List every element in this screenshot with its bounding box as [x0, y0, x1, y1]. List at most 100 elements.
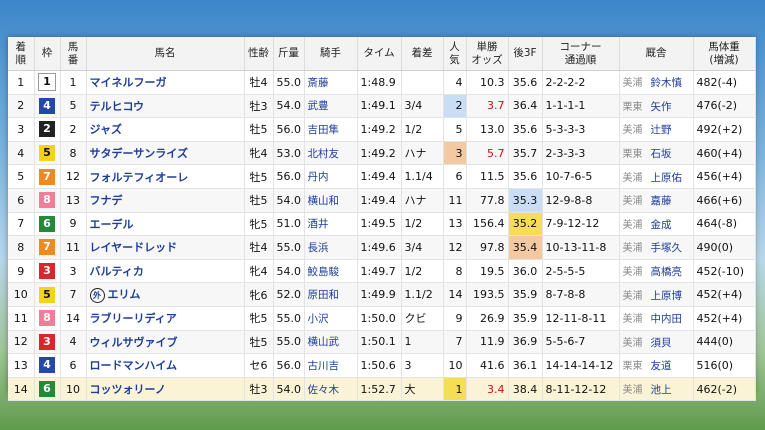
trainer-link[interactable]: 上原佑 — [651, 172, 683, 184]
horse-name[interactable]: フォルテフィオーレ — [86, 164, 245, 189]
sexage-cell: 牡5 — [244, 117, 274, 142]
horse-name[interactable]: テルヒコウ — [86, 94, 245, 119]
horse-name[interactable]: エーデル — [86, 212, 245, 237]
trainer-link[interactable]: 友道 — [651, 360, 672, 372]
waku-badge: 2 — [39, 121, 55, 138]
trainer-link[interactable]: 中内田 — [651, 313, 683, 325]
jockey-link[interactable]: 横山武 — [304, 330, 358, 355]
stable-location: 美浦 — [622, 385, 643, 397]
bodyweight-cell: 464(-8) — [693, 212, 756, 237]
horse-name-link[interactable]: ロードマンハイム — [90, 359, 178, 372]
stable-cell: 栗東 友道 — [619, 353, 694, 378]
horse-name-link[interactable]: サタデーサンライズ — [90, 147, 188, 160]
jockey-link[interactable]: 丹内 — [304, 164, 358, 189]
col-rank: 着 順 — [8, 37, 35, 71]
waku-cell: 6 — [34, 377, 61, 402]
trainer-link[interactable]: 池上 — [651, 384, 672, 396]
trainer-link[interactable]: 辻野 — [651, 124, 672, 136]
sexage-cell: 牡5 — [244, 188, 274, 213]
horse-name-link[interactable]: レイヤードレッド — [90, 241, 178, 254]
bodyweight-cell: 476(-2) — [693, 94, 756, 119]
rank-cell: 8 — [8, 235, 35, 260]
trainer-link[interactable]: 鈴木慎 — [651, 77, 683, 89]
horse-name[interactable]: ロードマンハイム — [86, 353, 245, 378]
trainer-link[interactable]: 石坂 — [651, 148, 672, 160]
jockey-link[interactable]: 長浜 — [304, 235, 358, 260]
col-stable: 厩舎 — [619, 37, 694, 71]
horse-name[interactable]: サタデーサンライズ — [86, 141, 245, 166]
horse-name-link[interactable]: エーデル — [90, 218, 134, 231]
jockey-link[interactable]: 古川吉 — [304, 353, 358, 378]
stable-cell: 美浦 高橋亮 — [619, 259, 694, 284]
bodyweight-cell: 452(+4) — [693, 282, 756, 307]
jockey-link[interactable]: 武豊 — [304, 94, 358, 119]
table-row: 10 5 7 外エリム 牝6 52.0 原田和 1:49.9 1.1/2 14 193.5 35.9 8… — [8, 282, 756, 307]
horse-name[interactable]: レイヤードレッド — [86, 235, 245, 260]
waku-badge: 4 — [39, 357, 55, 374]
table-row: 11 8 14 ラブリーリディア 牝5 55.0 小沢 1:50.0 クビ 9 26.9 35.9 12… — [8, 306, 756, 331]
col-bodyweight: 馬体重 (増減) — [693, 37, 756, 71]
horse-name[interactable]: ジャズ — [86, 117, 245, 142]
waku-badge: 5 — [39, 145, 55, 162]
horse-name[interactable]: フナデ — [86, 188, 245, 213]
horse-name-link[interactable]: コッツォリーノ — [90, 383, 166, 396]
trainer-link[interactable]: 須貝 — [651, 337, 672, 349]
jockey-link[interactable]: 佐々木 — [304, 377, 358, 402]
waku-badge: 4 — [39, 97, 55, 114]
waku-cell: 4 — [34, 353, 61, 378]
horse-name[interactable]: マイネルフーガ — [86, 70, 245, 95]
trainer-link[interactable]: 嘉藤 — [651, 195, 672, 207]
time-cell: 1:49.2 — [357, 141, 402, 166]
waku-cell: 3 — [34, 259, 61, 284]
horse-name-link[interactable]: ジャズ — [90, 123, 122, 136]
jockey-link[interactable]: 原田和 — [304, 282, 358, 307]
sexage-cell: 牡5 — [244, 164, 274, 189]
sexage-cell: セ6 — [244, 353, 274, 378]
weight-cell: 56.0 — [273, 353, 305, 378]
odds-cell: 3.4 — [466, 377, 509, 402]
jockey-link[interactable]: 小沢 — [304, 306, 358, 331]
umaban-cell: 13 — [60, 188, 87, 213]
rank-cell: 13 — [8, 353, 35, 378]
jockey-link[interactable]: 酒井 — [304, 212, 358, 237]
horse-name[interactable]: ウィルサヴァイブ — [86, 330, 245, 355]
trainer-link[interactable]: 金成 — [651, 219, 672, 231]
horse-name-link[interactable]: テルヒコウ — [90, 100, 145, 113]
jockey-link[interactable]: 斎藤 — [304, 70, 358, 95]
jockey-link[interactable]: 北村友 — [304, 141, 358, 166]
jockey-link[interactable]: 吉田隼 — [304, 117, 358, 142]
results-panel: 着 順 枠 馬 番 馬名 性齢 斤量 騎手 タイム 着差 人 気 単勝 オッズ … — [8, 37, 756, 402]
jockey-link[interactable]: 横山和 — [304, 188, 358, 213]
rank-cell: 9 — [8, 259, 35, 284]
odds-cell: 5.7 — [466, 141, 509, 166]
corner-cell: 14-14-14-12 — [542, 353, 620, 378]
horse-name-link[interactable]: ラブリーリディア — [90, 312, 177, 325]
horse-name[interactable]: ラブリーリディア — [86, 306, 245, 331]
horse-name-link[interactable]: フナデ — [90, 194, 123, 207]
horse-name[interactable]: バルティカ — [86, 259, 245, 284]
rank-cell: 11 — [8, 306, 35, 331]
trainer-link[interactable]: 高橋亮 — [651, 266, 683, 278]
horse-name[interactable]: コッツォリーノ — [86, 377, 245, 402]
trainer-link[interactable]: 矢作 — [651, 101, 672, 113]
odds-cell: 26.9 — [466, 306, 509, 331]
odds-cell: 193.5 — [466, 282, 509, 307]
rank-cell: 10 — [8, 282, 35, 307]
time-cell: 1:49.9 — [357, 282, 402, 307]
table-row: 9 3 3 バルティカ 牝4 54.0 鮫島駿 1:49.7 1/2 8 19.5 36.0 2-5-5… — [8, 259, 756, 284]
horse-name-link[interactable]: バルティカ — [90, 265, 144, 278]
trainer-link[interactable]: 手塚久 — [651, 242, 683, 254]
trainer-link[interactable]: 上原博 — [651, 290, 683, 302]
horse-name[interactable]: 外エリム — [86, 282, 245, 307]
horse-name-link[interactable]: ウィルサヴァイブ — [90, 336, 178, 349]
last3f-cell: 35.4 — [508, 235, 543, 260]
margin-cell: 1.1/4 — [401, 164, 444, 189]
margin-cell: 1/2 — [401, 259, 444, 284]
stable-cell: 栗東 矢作 — [619, 94, 694, 119]
horse-name-link[interactable]: マイネルフーガ — [90, 76, 167, 89]
bodyweight-cell: 452(-10) — [693, 259, 756, 284]
horse-name-link[interactable]: エリム — [108, 288, 141, 301]
jockey-link[interactable]: 鮫島駿 — [304, 259, 358, 284]
pop-cell: 10 — [443, 353, 467, 378]
horse-name-link[interactable]: フォルテフィオーレ — [90, 171, 189, 184]
